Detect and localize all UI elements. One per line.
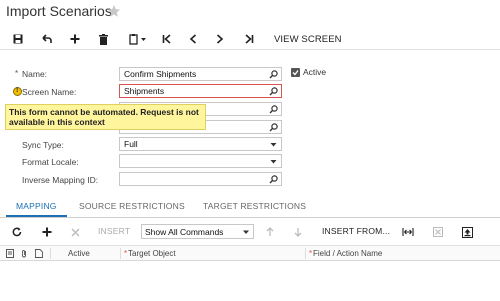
sync-type-value: Full	[124, 139, 138, 149]
previous-record-button[interactable]	[186, 31, 200, 47]
screen-name-label: Screen Name:	[22, 87, 77, 97]
format-locale-select[interactable]	[119, 154, 282, 168]
name-value: Confirm Shipments	[124, 69, 197, 79]
search-icon[interactable]	[269, 87, 278, 96]
column-header-field-action-name[interactable]: Field / Action Name	[313, 249, 382, 258]
format-locale-label: Format Locale:	[22, 157, 79, 167]
chevron-right-icon	[216, 34, 224, 44]
tab-source-restrictions[interactable]: SOURCE RESTRICTIONS	[79, 201, 185, 211]
search-icon[interactable]	[269, 175, 278, 184]
refresh-button[interactable]	[12, 224, 22, 240]
clear-filter-button[interactable]	[433, 224, 443, 240]
active-label: Active	[303, 67, 327, 77]
plus-icon	[70, 34, 80, 44]
page-title: Import Scenarios	[6, 3, 112, 19]
notes-icon[interactable]	[6, 249, 14, 258]
delete-button[interactable]	[96, 31, 110, 47]
tab-target-restrictions[interactable]: TARGET RESTRICTIONS	[203, 201, 306, 211]
fit-columns-button[interactable]	[402, 224, 414, 240]
last-icon	[245, 34, 254, 44]
insert-from-button[interactable]: INSERT FROM...	[322, 226, 390, 236]
add-row-button[interactable]	[42, 224, 52, 240]
upload-icon	[462, 226, 473, 238]
undo-icon	[41, 34, 52, 43]
check-icon	[292, 70, 299, 76]
delete-row-button[interactable]	[71, 224, 80, 240]
caret-down-icon	[270, 143, 277, 147]
required-marker: *	[309, 249, 313, 258]
save-button[interactable]	[11, 31, 25, 47]
active-tab-indicator	[6, 215, 67, 217]
column-separator	[305, 248, 306, 259]
add-button[interactable]	[68, 31, 82, 47]
screen-name-field[interactable]: Shipments	[119, 84, 282, 98]
tab-bar: MAPPING SOURCE RESTRICTIONS TARGET RESTR…	[0, 196, 500, 218]
search-icon[interactable]	[269, 70, 278, 79]
undo-button[interactable]	[39, 31, 53, 47]
name-label: Name:	[22, 69, 48, 79]
commands-filter-select[interactable]: Show All Commands	[141, 224, 254, 239]
name-field[interactable]: Confirm Shipments	[119, 67, 282, 81]
req-star-name: *	[15, 69, 19, 78]
close-icon	[71, 228, 80, 236]
commands-filter-value: Show All Commands	[145, 227, 224, 237]
chevron-left-icon	[189, 34, 197, 44]
column-separator	[50, 248, 51, 259]
required-marker: *	[124, 249, 128, 258]
grid-header: Active * Target Object * Field / Action …	[0, 245, 500, 261]
save-icon	[13, 34, 23, 44]
clipboard-icon	[129, 33, 146, 45]
arrow-down-icon	[294, 228, 302, 237]
first-icon	[162, 34, 171, 44]
copy-paste-button[interactable]	[127, 31, 149, 47]
inverse-mapping-label: Inverse Mapping ID:	[22, 175, 99, 185]
column-header-target-object[interactable]: Target Object	[128, 249, 176, 258]
screen-name-value: Shipments	[124, 86, 165, 96]
error-tooltip: This form cannot be automated. Request i…	[5, 104, 206, 130]
caret-down-icon	[270, 160, 277, 164]
last-record-button[interactable]	[242, 31, 256, 47]
tab-mapping[interactable]: MAPPING	[16, 201, 57, 211]
plus-icon	[42, 227, 52, 237]
sync-type-label: Sync Type:	[22, 140, 64, 150]
next-record-button[interactable]	[213, 31, 227, 47]
first-record-button[interactable]	[160, 31, 174, 47]
column-header-active[interactable]: Active	[68, 249, 90, 258]
arrow-up-icon	[266, 227, 274, 236]
column-separator	[120, 248, 121, 259]
attachment-icon[interactable]	[20, 249, 28, 258]
move-down-button[interactable]	[294, 224, 302, 240]
title-bar: Import Scenarios	[0, 0, 500, 24]
insert-button[interactable]: INSERT	[98, 226, 130, 236]
view-screen-button[interactable]: VIEW SCREEN	[274, 34, 342, 45]
search-icon[interactable]	[269, 123, 278, 132]
move-up-button[interactable]	[266, 224, 274, 240]
caret-down-icon	[243, 230, 249, 234]
trash-icon	[98, 33, 108, 45]
warning-icon	[13, 87, 22, 96]
clear-icon	[433, 227, 443, 237]
file-icon[interactable]	[35, 249, 43, 258]
fit-width-icon	[402, 228, 414, 236]
inverse-mapping-field[interactable]	[119, 172, 282, 186]
star-icon[interactable]	[107, 4, 121, 18]
refresh-icon	[12, 227, 22, 237]
main-toolbar: VIEW SCREEN	[0, 28, 500, 50]
search-icon[interactable]	[269, 105, 278, 114]
export-button[interactable]	[462, 224, 473, 240]
sync-type-select[interactable]: Full	[119, 137, 282, 151]
active-checkbox[interactable]	[291, 68, 300, 77]
